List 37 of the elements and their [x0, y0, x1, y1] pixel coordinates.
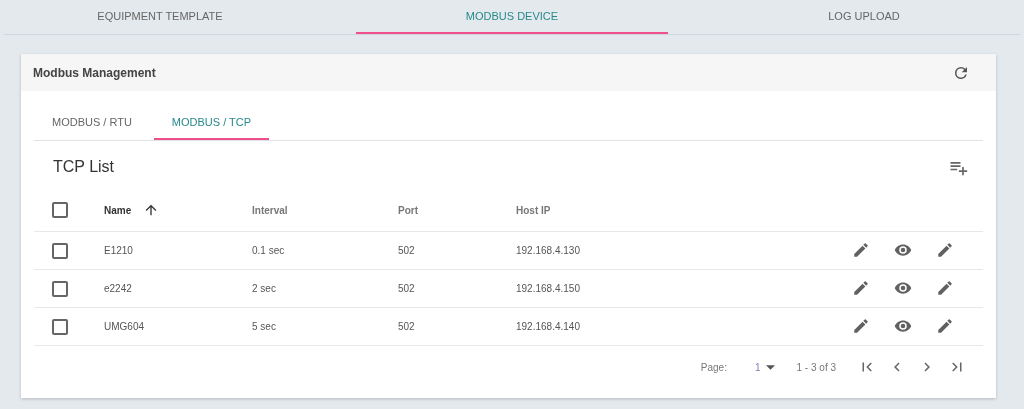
table-cell: 2 sec [252, 283, 276, 294]
table-cell: UMG604 [104, 321, 144, 332]
table-cell: e2242 [104, 283, 132, 294]
caret-icon[interactable] [765, 364, 775, 370]
page-tab[interactable]: EQUIPMENT TEMPLATE [4, 0, 316, 34]
sub-tab[interactable]: MODBUS / RTU [34, 105, 150, 140]
page-range: 1 - 3 of 3 [796, 361, 836, 373]
table-cell: E1210 [104, 245, 133, 256]
pencil-icon[interactable] [852, 240, 870, 259]
table-cell: 502 [398, 321, 415, 332]
column-header[interactable]: Name [104, 204, 132, 216]
checkbox[interactable] [52, 202, 68, 218]
pencil-icon[interactable] [936, 278, 954, 297]
page-select[interactable]: 1 [754, 361, 775, 373]
table-cell: 192.168.4.150 [516, 283, 580, 294]
pencil-icon[interactable] [852, 278, 870, 297]
page-tab[interactable]: LOG UPLOAD [708, 0, 1020, 34]
page-tab[interactable]: MODBUS DEVICE [356, 0, 668, 34]
sub-tab[interactable]: MODBUS / TCP [153, 105, 270, 140]
checkbox[interactable] [52, 242, 68, 259]
table-cell: 5 sec [252, 321, 276, 332]
column-header[interactable]: Host IP [516, 204, 551, 216]
list-title: TCP List [53, 158, 115, 176]
table-cell: 192.168.4.130 [516, 245, 580, 256]
table-cell: 0.1 sec [252, 245, 285, 256]
table-cell: 192.168.4.140 [516, 321, 580, 332]
checkbox[interactable] [52, 280, 68, 297]
column-header[interactable]: Port [398, 204, 418, 216]
checkbox[interactable] [52, 318, 68, 335]
page-label: Page: [700, 361, 727, 373]
table-cell: 502 [398, 283, 415, 294]
pencil-icon[interactable] [936, 316, 954, 335]
table-cell: 502 [398, 245, 415, 256]
card-title: Modbus Management [33, 65, 156, 80]
column-header[interactable]: Interval [252, 204, 288, 216]
pencil-icon[interactable] [852, 316, 870, 335]
pencil-icon[interactable] [936, 240, 954, 259]
